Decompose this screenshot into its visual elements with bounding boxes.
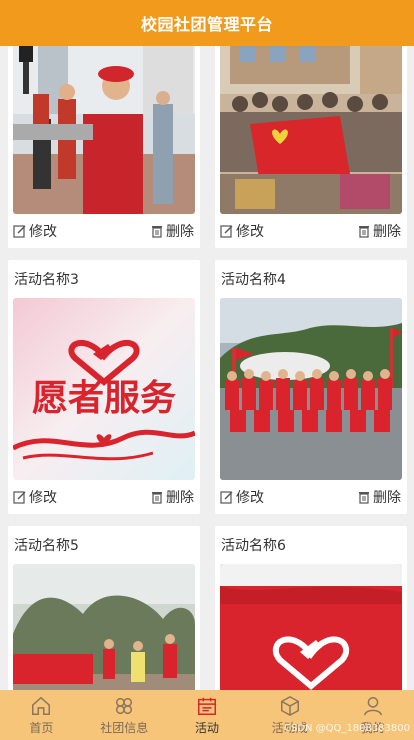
tab-activity[interactable]: 活动 — [166, 690, 249, 740]
edit-icon — [220, 491, 233, 504]
tab-club-info[interactable]: 社团信息 — [83, 690, 166, 740]
trash-icon — [152, 226, 162, 238]
activity-card[interactable]: 修改 删除 — [8, 46, 200, 248]
tab-label: 社团信息 — [100, 720, 149, 735]
banner-text: 愿者服务 — [32, 377, 176, 419]
activity-photo[interactable] — [13, 564, 195, 690]
activity-name: 活动名称5 — [14, 538, 79, 554]
volunteer-logo-photo — [220, 564, 402, 690]
activity-photo[interactable]: 愿者服务 — [13, 298, 195, 480]
volunteer-team-photo — [220, 298, 402, 480]
edit-button[interactable]: 修改 — [220, 221, 264, 241]
app-header: 校园社团管理平台 — [0, 0, 414, 46]
delete-button[interactable]: 删除 — [150, 221, 194, 241]
volunteer-service-banner: 愿者服务 — [13, 298, 195, 480]
edit-button[interactable]: 修改 — [13, 487, 57, 507]
edit-button[interactable]: 修改 — [13, 221, 57, 241]
volunteer-group-photo — [220, 46, 402, 214]
activity-card[interactable]: 活动名称3 愿者服务 修改 删除 — [8, 260, 200, 514]
tab-label: 首页 — [29, 720, 54, 735]
volunteer-park-photo — [13, 564, 195, 690]
home-icon — [32, 696, 51, 715]
delete-button[interactable]: 删除 — [150, 487, 194, 507]
trash-icon — [359, 492, 369, 504]
edit-icon — [220, 225, 233, 238]
edit-icon — [13, 491, 26, 504]
activity-card[interactable]: 活动名称4 修改 删除 — [215, 260, 407, 514]
tab-home[interactable]: 首页 — [0, 690, 83, 740]
edit-icon — [13, 225, 26, 238]
delete-label: 删除 — [166, 490, 194, 506]
trash-icon — [152, 492, 162, 504]
activity-name: 活动名称6 — [221, 538, 286, 554]
edit-button[interactable]: 修改 — [220, 487, 264, 507]
calendar-icon — [198, 697, 216, 715]
page-title: 校园社团管理平台 — [140, 15, 273, 34]
activity-card[interactable]: 活动名称5 — [8, 526, 200, 690]
edit-label: 修改 — [236, 490, 264, 506]
user-icon — [363, 696, 382, 715]
delete-label: 删除 — [373, 490, 401, 506]
trash-icon — [359, 226, 369, 238]
edit-label: 修改 — [29, 490, 57, 506]
activity-list[interactable]: 修改 删除 修改 删除 活动名称3 愿者服务 修改 删除 活动名称4 修改 删除… — [0, 46, 414, 690]
activity-name: 活动名称3 — [14, 272, 79, 288]
activity-photo[interactable] — [13, 46, 195, 214]
activity-photo[interactable] — [220, 564, 402, 690]
activity-photo[interactable] — [220, 298, 402, 480]
watermark: CSDN @QQ_1808383800 — [283, 723, 410, 734]
activity-name: 活动名称4 — [221, 272, 286, 288]
clover-icon — [116, 697, 133, 714]
bottom-tabbar: 首页 社团信息 活动 活动成 我的 CSDN @QQ_1808383800 — [0, 690, 414, 740]
delete-label: 删除 — [373, 224, 401, 240]
activity-card[interactable]: 活动名称6 — [215, 526, 407, 690]
delete-button[interactable]: 删除 — [357, 487, 401, 507]
box-icon — [280, 695, 299, 716]
volunteer-street-photo — [13, 46, 195, 214]
edit-label: 修改 — [236, 224, 264, 240]
delete-label: 删除 — [166, 224, 194, 240]
activity-card[interactable]: 修改 删除 — [215, 46, 407, 248]
delete-button[interactable]: 删除 — [357, 221, 401, 241]
activity-photo[interactable] — [220, 46, 402, 214]
tab-label: 活动 — [194, 720, 219, 735]
edit-label: 修改 — [29, 224, 57, 240]
